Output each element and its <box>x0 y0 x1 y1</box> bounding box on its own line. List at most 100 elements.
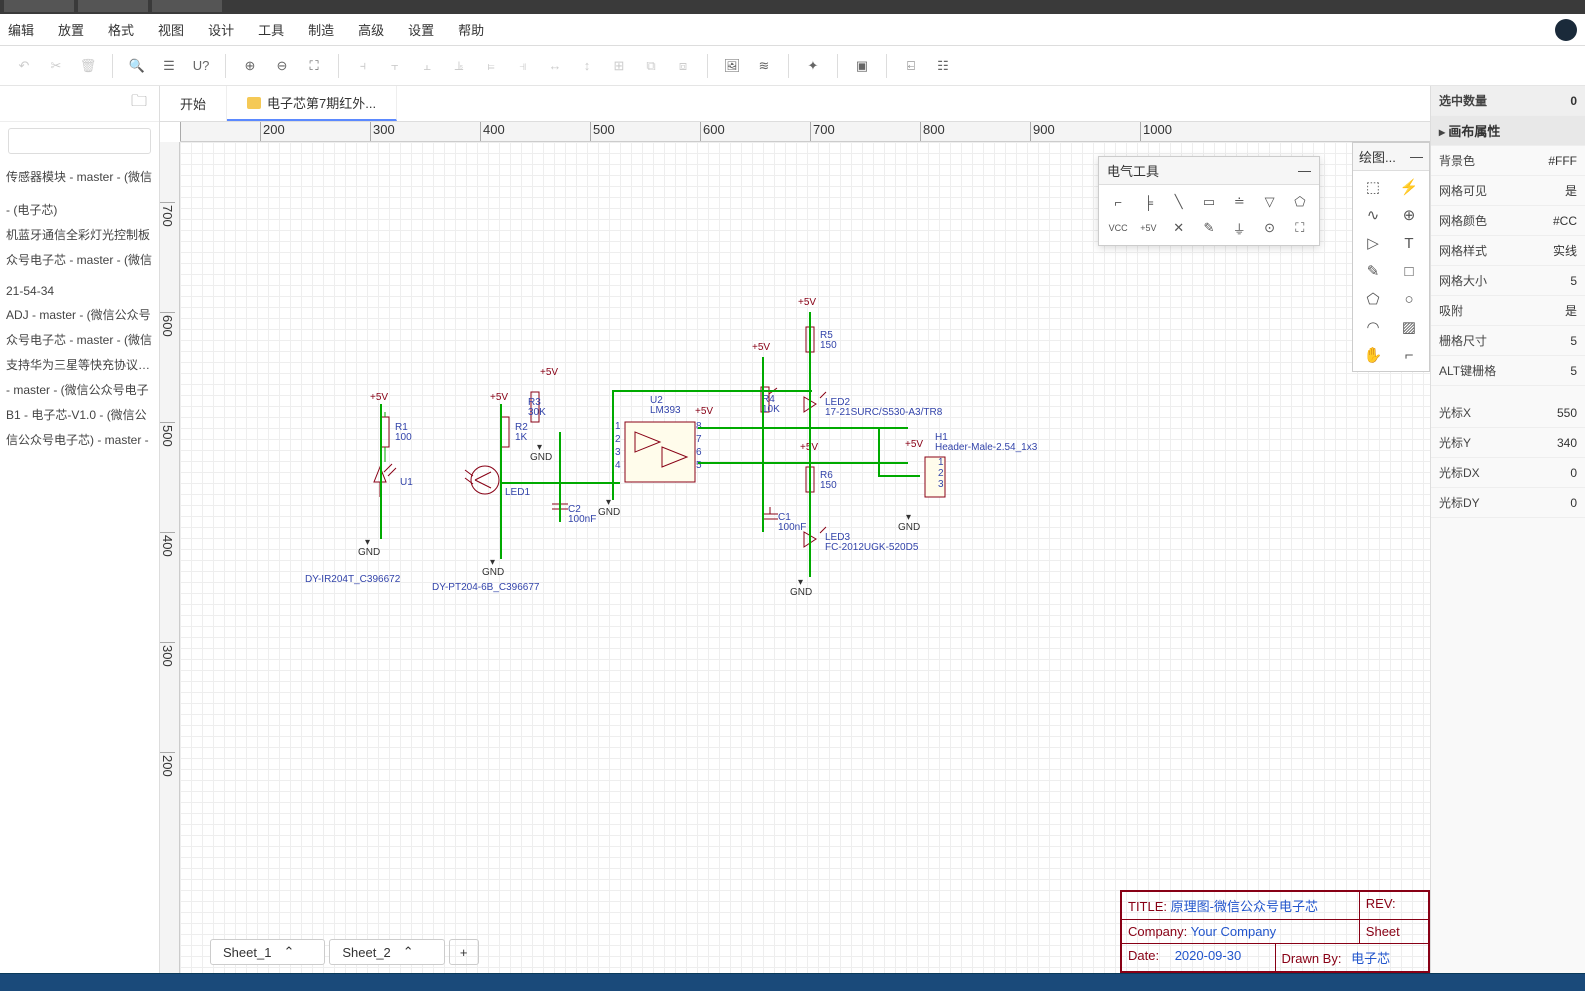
polygon-tool-icon[interactable]: ⬠ <box>1355 285 1391 313</box>
minimize-icon[interactable]: — <box>1298 163 1311 178</box>
group-button[interactable]: ⧉ <box>637 52 665 80</box>
stack-button[interactable]: ☷ <box>929 52 957 80</box>
pan-tool-icon[interactable]: ✋ <box>1355 341 1391 369</box>
star-button[interactable]: ✦ <box>799 52 827 80</box>
search-button[interactable]: 🔍 <box>123 52 151 80</box>
tab-start[interactable]: 开始 <box>160 86 227 121</box>
menu-fabrication[interactable]: 制造 <box>308 20 334 39</box>
wire-tool-icon[interactable]: ⌐ <box>1103 189 1133 215</box>
tree-item[interactable]: 机蓝牙通信全彩灯光控制板 <box>0 222 159 247</box>
align-left-button[interactable]: ⫞ <box>349 52 377 80</box>
menu-settings[interactable]: 设置 <box>408 20 434 39</box>
dist-v-button[interactable]: ↕ <box>573 52 601 80</box>
folder-icon <box>247 97 261 109</box>
undo-button[interactable]: ↶ <box>10 52 38 80</box>
pencil-tool-icon[interactable]: ✎ <box>1355 257 1391 285</box>
panel-title: 电气工具 <box>1107 161 1159 180</box>
tree-item[interactable] <box>0 189 159 197</box>
tree-item[interactable]: 众号电子芯 - master - (微信 <box>0 247 159 272</box>
noconnect-tool-icon[interactable]: ✕ <box>1164 215 1194 241</box>
user-avatar[interactable] <box>1555 19 1577 41</box>
cut-button[interactable]: ✂ <box>42 52 70 80</box>
tree-item[interactable]: 支持华为三星等快充协议-为手 <box>0 352 159 377</box>
project-tree[interactable]: 传感器模块 - master - (微信 - (电子芯) 机蓝牙通信全彩灯光控制… <box>0 160 159 973</box>
junction-tool-icon[interactable]: ⊙ <box>1254 215 1284 241</box>
image-tool-icon[interactable]: ▨ <box>1391 313 1427 341</box>
probe-tool-icon[interactable]: ✎ <box>1194 215 1224 241</box>
menu-help[interactable]: 帮助 <box>458 20 484 39</box>
align-hcenter-button[interactable]: ⫢ <box>477 52 505 80</box>
tree-item[interactable]: - master - (微信公众号电子 <box>0 377 159 402</box>
properties-panel: 选中数量 0 ▸ 画布属性 背景色#FFF 网格可见是 网格颜色#CC 网格样式… <box>1430 86 1585 973</box>
gnd-tool-icon[interactable]: ⏚ <box>1224 215 1254 241</box>
zoom-fit-button[interactable]: ⛶ <box>300 52 328 80</box>
align-right-button[interactable]: ⫟ <box>381 52 409 80</box>
port-tool-icon[interactable]: ⬠ <box>1285 189 1315 215</box>
minimize-icon[interactable]: — <box>1410 149 1423 164</box>
zoom-out-button[interactable]: ⊖ <box>268 52 296 80</box>
align-vcenter-button[interactable]: ⫣ <box>509 52 537 80</box>
delete-button[interactable]: 🗑 <box>74 52 102 80</box>
tree-item[interactable]: B1 - 电子芯-V1.0 - (微信公 <box>0 402 159 427</box>
ungroup-button[interactable]: ⧈ <box>669 52 697 80</box>
export-button[interactable]: ⍇ <box>897 52 925 80</box>
tree-item[interactable]: - (电子芯) <box>0 197 159 222</box>
menu-view[interactable]: 视图 <box>158 20 184 39</box>
layers-button[interactable]: ≋ <box>750 52 778 80</box>
bom-button[interactable]: ▣ <box>848 52 876 80</box>
cursor-tool-icon[interactable]: ⬚ <box>1355 173 1391 201</box>
netflag-tool-icon[interactable]: ≐ <box>1224 189 1254 215</box>
electrical-tools-panel[interactable]: 电气工具 — ⌐ ╞ ╲ ▭ ≐ ▽ ⬠ VCC +5V ✕ ✎ <box>1098 156 1320 246</box>
vcc-tool-icon[interactable]: VCC <box>1103 215 1133 241</box>
menu-format[interactable]: 格式 <box>108 20 134 39</box>
project-panel: 🗀 传感器模块 - master - (微信 - (电子芯) 机蓝牙通信全彩灯光… <box>0 86 160 973</box>
drawing-tools-panel[interactable]: 绘图... — ⬚ ⚡ ∿ ⊕ ▷ T ✎ □ ⬠ ○ ◠ <box>1352 142 1430 372</box>
arc-tool-icon[interactable]: ◠ <box>1355 313 1391 341</box>
tree-item[interactable]: 信公众号电子芯) - master - <box>0 427 159 452</box>
ruler-vertical: 700 600 500 400 300 200 <box>160 142 180 973</box>
menu-design[interactable]: 设计 <box>208 20 234 39</box>
menu-edit[interactable]: 编辑 <box>8 20 34 39</box>
5v-tool-icon[interactable]: +5V <box>1133 215 1163 241</box>
filter-button[interactable]: ☰ <box>155 52 183 80</box>
sheet-tab-2[interactable]: Sheet_2⌃ <box>329 939 444 965</box>
rect-tool-icon[interactable]: □ <box>1391 257 1427 285</box>
tree-item[interactable]: 众号电子芯 - master - (微信 <box>0 327 159 352</box>
menu-advanced[interactable]: 高级 <box>358 20 384 39</box>
align-bottom-button[interactable]: ⫡ <box>445 52 473 80</box>
tree-item[interactable] <box>0 272 159 280</box>
selection-count-label: 选中数量 <box>1439 92 1570 109</box>
arrow-tool-icon[interactable]: ▷ <box>1355 229 1391 257</box>
chevron-up-icon[interactable]: ⌃ <box>403 944 414 960</box>
target-tool-icon[interactable]: ⊕ <box>1391 201 1427 229</box>
menu-place[interactable]: 放置 <box>58 20 84 39</box>
dist-h-button[interactable]: ↔ <box>541 52 569 80</box>
circle-tool-icon[interactable]: ○ <box>1391 285 1427 313</box>
line-tool-icon[interactable]: ╲ <box>1164 189 1194 215</box>
update-button[interactable]: U? <box>187 52 215 80</box>
curve-tool-icon[interactable]: ∿ <box>1355 201 1391 229</box>
image-button[interactable]: 🖼 <box>718 52 746 80</box>
zap-tool-icon[interactable]: ⚡ <box>1391 173 1427 201</box>
tab-file[interactable]: 电子芯第7期红外... <box>227 86 397 121</box>
grid-align-button[interactable]: ⊞ <box>605 52 633 80</box>
schematic-canvas[interactable]: +5V +5V +5V +5V +5V +5V +5V +5V R1 100 U… <box>180 142 1430 973</box>
zoom-in-button[interactable]: ⊕ <box>236 52 264 80</box>
bus-tool-icon[interactable]: ╞ <box>1133 189 1163 215</box>
tree-item[interactable]: 21-54-34 <box>0 280 159 302</box>
align-top-button[interactable]: ⫠ <box>413 52 441 80</box>
sheet-tab-1[interactable]: Sheet_1⌃ <box>210 939 325 965</box>
chevron-up-icon[interactable]: ⌃ <box>283 944 294 960</box>
tree-item[interactable]: ADJ - master - (微信公众号 <box>0 302 159 327</box>
folder-icon[interactable]: 🗀 <box>131 90 147 117</box>
netport-tool-icon[interactable]: ▽ <box>1254 189 1284 215</box>
tree-item[interactable]: 传感器模块 - master - (微信 <box>0 164 159 189</box>
move-tool-icon[interactable]: ⛶ <box>1285 215 1315 241</box>
project-search-input[interactable] <box>8 128 151 154</box>
menu-tools[interactable]: 工具 <box>258 20 284 39</box>
add-sheet-button[interactable]: + <box>449 939 479 965</box>
netlabel-tool-icon[interactable]: ▭ <box>1194 189 1224 215</box>
origin-tool-icon[interactable]: ⌐ <box>1391 341 1427 369</box>
text-tool-icon[interactable]: T <box>1391 229 1427 257</box>
menu-bar: 编辑 放置 格式 视图 设计 工具 制造 高级 设置 帮助 <box>0 14 1585 46</box>
